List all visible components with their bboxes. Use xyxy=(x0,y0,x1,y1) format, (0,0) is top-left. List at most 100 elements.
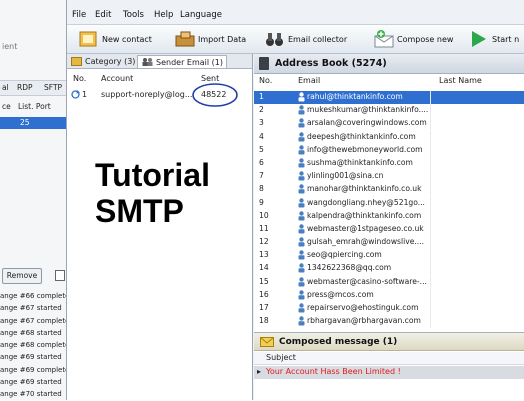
address-book-row[interactable]: 4 deepesh@thinktankinfo.com xyxy=(254,130,524,144)
tutorial-line-2: SMTP xyxy=(95,193,184,229)
contact-icon xyxy=(298,184,305,194)
col-no: No. xyxy=(73,74,87,83)
ab-row-divider xyxy=(430,170,431,184)
address-book-row[interactable]: 13 seo@qpiercing.com xyxy=(254,249,524,263)
menu-edit[interactable]: Edit xyxy=(95,10,111,20)
tutorial-overlay-text: Tutorial SMTP xyxy=(95,157,210,229)
ab-row-no: 4 xyxy=(259,131,264,141)
ab-row-no: 18 xyxy=(259,316,269,326)
address-book-panel: Address Book (5274) No. Email Last Name … xyxy=(254,54,524,401)
address-book-row[interactable]: 7 ylinling001@sina.cn xyxy=(254,170,524,184)
ab-row-email: arsalan@coveringwindows.com xyxy=(307,118,427,128)
import-data-icon xyxy=(175,30,195,48)
contact-icon xyxy=(298,316,305,326)
email-collector-button[interactable]: Email collector xyxy=(265,29,347,49)
ab-row-no: 6 xyxy=(259,157,264,167)
binoculars-icon xyxy=(265,30,283,48)
ab-row-divider xyxy=(430,156,431,170)
tab-sender-email[interactable]: Sender Email (1) xyxy=(137,55,227,68)
ab-row-no: 14 xyxy=(259,263,269,273)
ab-row-email: seo@qpiercing.com xyxy=(307,250,382,260)
address-book-row[interactable]: 8 manohar@thinktankinfo.co.uk xyxy=(254,183,524,197)
menu-file[interactable]: File xyxy=(72,10,86,20)
ab-row-divider xyxy=(430,275,431,289)
ab-row-divider xyxy=(430,262,431,276)
ab-row-no: 11 xyxy=(259,223,269,233)
ab-row-divider xyxy=(430,288,431,302)
tab-sender-email-label: Sender Email (1) xyxy=(156,57,223,67)
bg-log-line: ange #70 started xyxy=(0,390,62,399)
ab-row-divider xyxy=(430,91,431,104)
import-data-button[interactable]: Import Data xyxy=(175,29,246,49)
composed-message-title: Composed message (1) xyxy=(279,336,398,347)
contact-icon xyxy=(298,263,305,273)
address-book-row[interactable]: 1 rahul@thinktankinfo.com xyxy=(254,91,524,105)
contact-icon xyxy=(298,276,305,287)
address-book-row[interactable]: 16 press@mcos.com xyxy=(254,288,524,302)
contact-icon xyxy=(298,303,305,313)
folder-icon xyxy=(71,56,82,66)
people-icon xyxy=(141,57,153,68)
ab-row-email: webmaster@1stpageseo.co.uk xyxy=(307,223,424,233)
new-contact-button[interactable]: New contact xyxy=(79,29,152,49)
address-book-row[interactable]: 10 kalpendra@thinktankinfo.com xyxy=(254,209,524,223)
address-book-row[interactable]: 3 arsalan@coveringwindows.com xyxy=(254,117,524,131)
bg-log-line: ange #67 complete xyxy=(0,316,70,325)
compose-new-button[interactable]: Compose new xyxy=(374,29,453,49)
menu-tools[interactable]: Tools xyxy=(123,10,144,20)
ab-row-no: 8 xyxy=(259,184,264,194)
address-book-row[interactable]: 2 mukeshkumar@thinktankinfo.... xyxy=(254,104,524,118)
address-book-row[interactable]: 6 sushma@thinktankinfo.com xyxy=(254,156,524,170)
bg-tab-sftp[interactable]: SFTP xyxy=(44,83,62,92)
address-book-list: 1 rahul@thinktankinfo.com 2 mukeshkumar@thi… xyxy=(254,91,524,328)
new-contact-icon xyxy=(79,30,97,48)
sender-panel: Category (3) Sender Email (1) No. Accoun… xyxy=(67,54,253,400)
ab-row-no: 7 xyxy=(259,171,264,181)
address-book-row[interactable]: 18 rbhargavan@rbhargavan.com xyxy=(254,315,524,328)
bg-selected-row[interactable]: 25 xyxy=(0,117,70,129)
bg-tab-rdp[interactable]: RDP xyxy=(17,83,33,92)
toolbar: New contact Import Data Email collector … xyxy=(67,24,524,54)
bg-tab-1[interactable]: al xyxy=(2,83,9,92)
ab-row-email: sushma@thinktankinfo.com xyxy=(307,157,413,167)
ab-row-email: wangdongliang.nhey@521go... xyxy=(307,197,425,207)
menu-help[interactable]: Help xyxy=(154,10,173,20)
contact-icon xyxy=(298,290,305,300)
ab-row-no: 16 xyxy=(259,289,269,299)
ab-row-email: kalpendra@thinktankinfo.com xyxy=(307,210,422,220)
bg-checkbox[interactable] xyxy=(55,270,65,281)
refresh-icon xyxy=(71,90,80,101)
address-book-icon xyxy=(259,57,269,70)
row-pointer-icon: ▸ xyxy=(257,367,262,376)
tab-category[interactable]: Category (3) xyxy=(71,55,135,67)
contact-icon xyxy=(298,92,305,102)
remove-button[interactable]: Remove xyxy=(2,268,42,284)
address-book-row[interactable]: 5 info@thewebmoneyworld.com xyxy=(254,143,524,157)
ab-row-email: rbhargavan@rbhargavan.com xyxy=(307,316,421,326)
contact-icon xyxy=(298,210,305,221)
ab-row-divider xyxy=(430,302,431,315)
menu-bar: File Edit Tools Help Language xyxy=(67,8,524,22)
bg-log-line: ange #69 complete xyxy=(0,365,70,374)
contact-icon xyxy=(298,105,305,115)
bg-col-1: ce xyxy=(2,102,11,111)
menu-language[interactable]: Language xyxy=(180,10,222,20)
bg-log-line: ange #68 complete xyxy=(0,341,70,350)
address-book-row[interactable]: 15 webmaster@casino-software-... xyxy=(254,275,524,289)
sender-row-account: support-noreply@log... xyxy=(101,90,193,99)
contact-icon xyxy=(298,145,305,155)
bg-log-line: ange #68 started xyxy=(0,328,62,337)
start-button[interactable]: Start n xyxy=(469,29,519,49)
address-book-row[interactable]: 9 wangdongliang.nhey@521go... xyxy=(254,196,524,210)
address-book-row[interactable]: 11 webmaster@1stpageseo.co.uk xyxy=(254,222,524,236)
address-book-header: No. Email Last Name xyxy=(254,76,524,87)
composed-message-row[interactable]: ▸ Your Account Hass Been Limited ! xyxy=(254,366,524,379)
bg-log-line: ange #66 complete xyxy=(0,292,70,300)
address-book-row[interactable]: 17 repairservo@ehostinguk.com xyxy=(254,302,524,315)
address-book-row[interactable]: 12 gulsah_emrah@windowslive.... xyxy=(254,236,524,250)
address-book-row[interactable]: 14 1342622368@qq.com xyxy=(254,262,524,276)
contact-icon xyxy=(298,224,305,234)
ab-row-divider xyxy=(430,209,431,223)
ab-row-email: mukeshkumar@thinktankinfo.... xyxy=(307,105,429,115)
bg-log-line: ange #67 started xyxy=(0,304,62,313)
